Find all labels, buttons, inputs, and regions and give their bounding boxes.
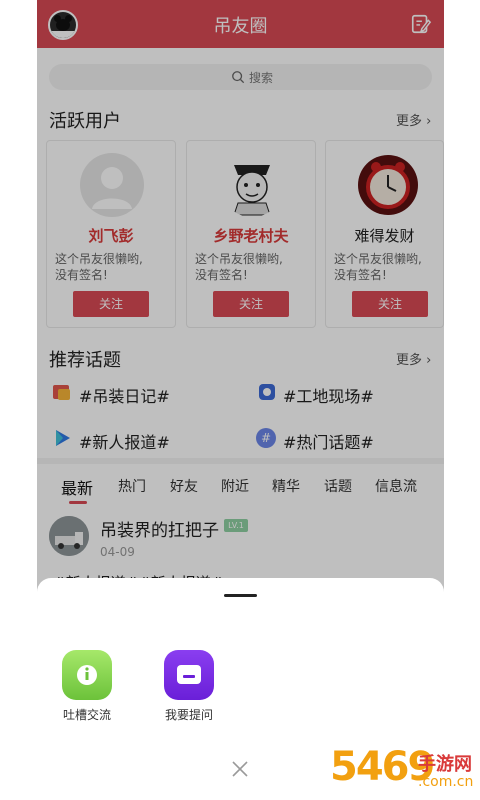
watermark-text: 手游网 [418,754,472,775]
sheet-grabber[interactable] [224,594,257,597]
chat-action-button[interactable]: 吐槽交流 [47,650,127,730]
info-icon [77,665,97,685]
site-watermark: 5469 手游网 .com.cn [330,742,478,798]
message-icon [177,665,201,684]
ask-action-icon [164,650,214,700]
screen: 吊友圈 搜索 活跃用户 更多 › 刘飞彭 这个吊友很懒哟, 没有签名! 关注 乡… [0,0,480,800]
ask-action-button[interactable]: 我要提问 [149,650,229,730]
action-label: 我要提问 [164,708,213,722]
action-label: 吐槽交流 [62,708,111,722]
close-icon[interactable] [229,758,251,780]
app-window: 吊友圈 搜索 活跃用户 更多 › 刘飞彭 这个吊友很懒哟, 没有签名! 关注 乡… [37,0,444,800]
chat-action-icon [62,650,112,700]
watermark-url: .com.cn [418,774,474,790]
